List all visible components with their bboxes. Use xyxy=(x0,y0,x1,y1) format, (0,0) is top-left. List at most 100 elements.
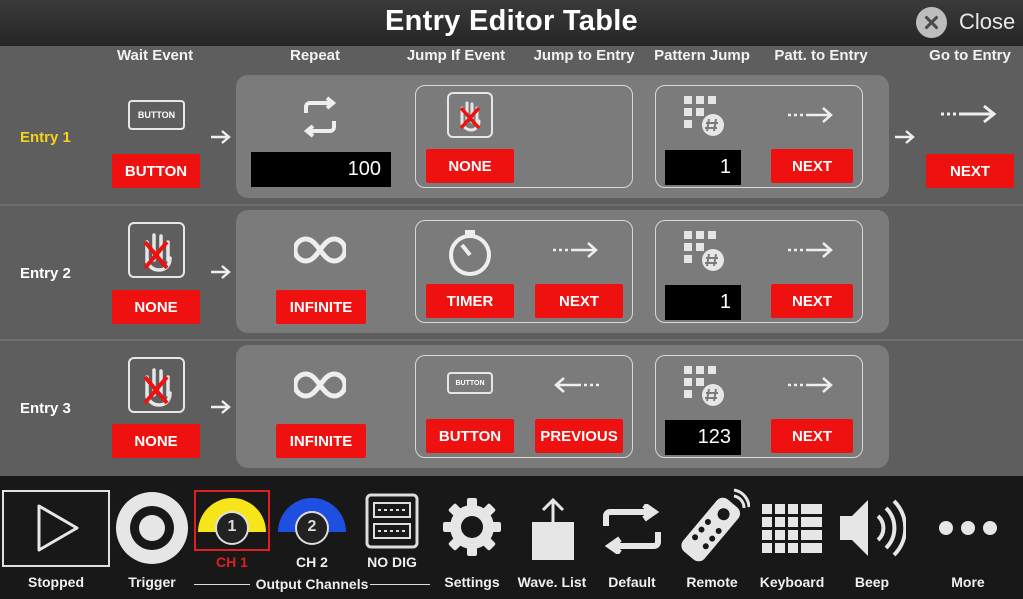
default-label: Default xyxy=(608,574,656,590)
patt-to-entry-button[interactable]: NEXT xyxy=(771,149,853,183)
no-hand-icon xyxy=(128,222,185,278)
pattern-jump-group: 1 NEXT xyxy=(655,220,863,323)
ch2-label: CH 2 xyxy=(296,554,328,570)
ch1-label: CH 1 xyxy=(216,554,248,570)
trigger-button[interactable]: Trigger xyxy=(112,476,192,599)
infinity-icon xyxy=(294,236,346,264)
repeat-count-field[interactable]: 100 xyxy=(251,152,391,187)
entry-panel: INFINITE TIMER NEXT 1 NEXT xyxy=(236,210,889,333)
col-jump-to-entry: Jump to Entry xyxy=(533,47,635,64)
close-label: Close xyxy=(959,9,1016,34)
digital-channel-icon xyxy=(365,493,419,549)
entry-label: Entry 3 xyxy=(20,400,71,417)
ch2-number: 2 xyxy=(307,518,317,535)
repeat-button[interactable]: INFINITE xyxy=(276,290,366,324)
infinity-icon xyxy=(294,371,346,399)
col-pattern-jump: Pattern Jump xyxy=(654,47,750,64)
play-icon xyxy=(37,504,79,552)
arrow-right-icon xyxy=(211,130,231,144)
entry-editor-window: Entry Editor Table Close Wait Event Repe… xyxy=(0,0,1023,599)
keyboard-icon xyxy=(762,504,822,553)
wave-list-label: Wave. List xyxy=(517,574,587,590)
patt-to-entry-button[interactable]: NEXT xyxy=(771,284,853,318)
pattern-grid-icon xyxy=(684,366,724,406)
arrow-right-icon xyxy=(211,400,231,414)
more-button[interactable]: More xyxy=(930,476,1006,599)
upload-icon xyxy=(532,497,574,560)
remote-button[interactable]: Remote xyxy=(672,476,752,599)
pattern-jump-group: 1 NEXT xyxy=(655,85,863,188)
jump-if-event-group: NONE xyxy=(415,85,633,188)
jump-if-event-group: BUTTON BUTTON PREVIOUS xyxy=(415,355,633,458)
col-patt-to-entry: Patt. to Entry xyxy=(774,47,868,64)
page-title: Entry Editor Table xyxy=(384,5,638,37)
entry-panel: 100 NONE 1 NEXT xyxy=(236,75,889,198)
close-icon xyxy=(916,6,947,38)
pattern-grid-icon xyxy=(684,96,724,136)
beep-button[interactable]: Beep xyxy=(834,476,910,599)
jump-to-entry-button[interactable]: NEXT xyxy=(535,284,623,318)
col-jump-if-event: Jump If Event xyxy=(406,47,506,64)
gear-icon xyxy=(443,498,501,556)
default-button[interactable]: Default xyxy=(596,476,668,599)
stopped-label: Stopped xyxy=(28,574,84,590)
no-dig-label: NO DIG xyxy=(367,554,417,570)
button-event-icon: BUTTON xyxy=(128,100,185,130)
jump-if-event-button[interactable]: BUTTON xyxy=(426,419,514,453)
remote-label: Remote xyxy=(686,574,738,590)
pattern-grid-icon xyxy=(684,231,724,271)
col-go-to-entry: Go to Entry xyxy=(929,47,1011,64)
more-dots-icon xyxy=(939,521,997,535)
pattern-jump-field[interactable]: 1 xyxy=(665,285,741,320)
entry-label: Entry 1 xyxy=(20,129,71,146)
col-wait-event: Wait Event xyxy=(116,47,194,64)
remote-icon xyxy=(681,488,750,562)
dotted-arrow-left-icon xyxy=(554,377,599,393)
arrow-right-icon xyxy=(211,265,231,279)
stopped-button[interactable]: Stopped xyxy=(2,476,110,599)
keyboard-label: Keyboard xyxy=(759,574,825,590)
dotted-arrow-right-icon xyxy=(553,242,598,258)
repeat-button[interactable]: INFINITE xyxy=(276,424,366,458)
entry-row-2[interactable]: Entry 2 NONE INFINITE TIMER NEXT 1 NEXT xyxy=(0,206,1023,340)
keyboard-button[interactable]: Keyboard xyxy=(756,476,828,599)
title-bar: Entry Editor Table Close xyxy=(0,0,1023,46)
pattern-jump-group: 123 NEXT xyxy=(655,355,863,458)
col-repeat: Repeat xyxy=(289,47,341,64)
output-channels-label: Output Channels xyxy=(190,576,434,592)
settings-button[interactable]: Settings xyxy=(436,476,508,599)
close-button[interactable]: Close xyxy=(916,6,1015,38)
no-hand-icon xyxy=(128,357,185,413)
no-hand-icon xyxy=(447,92,493,138)
speaker-icon xyxy=(840,499,906,557)
arrow-right-icon xyxy=(895,130,915,144)
more-label: More xyxy=(951,574,985,590)
settings-label: Settings xyxy=(444,574,500,590)
wait-event-button[interactable]: NONE xyxy=(112,424,200,458)
wave-list-button[interactable]: Wave. List xyxy=(514,476,590,599)
entry-row-3[interactable]: Entry 3 NONE INFINITE BUTTON BUTTON PREV… xyxy=(0,341,1023,475)
bottom-toolbar: Stopped Trigger 1 CH 1 2 CH 2 NO DIG Set… xyxy=(0,476,1023,599)
dotted-arrow-right-icon xyxy=(788,242,833,258)
wait-event-button[interactable]: NONE xyxy=(112,290,200,324)
trigger-icon xyxy=(116,492,188,564)
beep-label: Beep xyxy=(854,574,890,590)
wait-event-button[interactable]: BUTTON xyxy=(112,154,200,188)
jump-to-entry-button[interactable]: PREVIOUS xyxy=(535,419,623,453)
trigger-label: Trigger xyxy=(128,574,176,590)
jump-if-event-group: TIMER NEXT xyxy=(415,220,633,323)
default-repeat-icon xyxy=(603,504,661,554)
entry-panel: INFINITE BUTTON BUTTON PREVIOUS 123 NEXT xyxy=(236,345,889,468)
entry-label: Entry 2 xyxy=(20,265,71,282)
pattern-jump-field[interactable]: 123 xyxy=(665,420,741,455)
jump-if-event-button[interactable]: TIMER xyxy=(426,284,514,318)
repeat-icon xyxy=(303,96,337,138)
button-event-icon: BUTTON xyxy=(447,372,493,394)
timer-icon xyxy=(449,230,491,276)
patt-to-entry-button[interactable]: NEXT xyxy=(771,419,853,453)
jump-if-event-button[interactable]: NONE xyxy=(426,149,514,183)
entry-row-1[interactable]: Entry 1 BUTTON BUTTON 100 NONE 1 NEXT NE… xyxy=(0,70,1023,204)
go-to-entry-arrow-icon xyxy=(941,104,997,124)
pattern-jump-field[interactable]: 1 xyxy=(665,150,741,185)
go-to-entry-button[interactable]: NEXT xyxy=(926,154,1014,188)
